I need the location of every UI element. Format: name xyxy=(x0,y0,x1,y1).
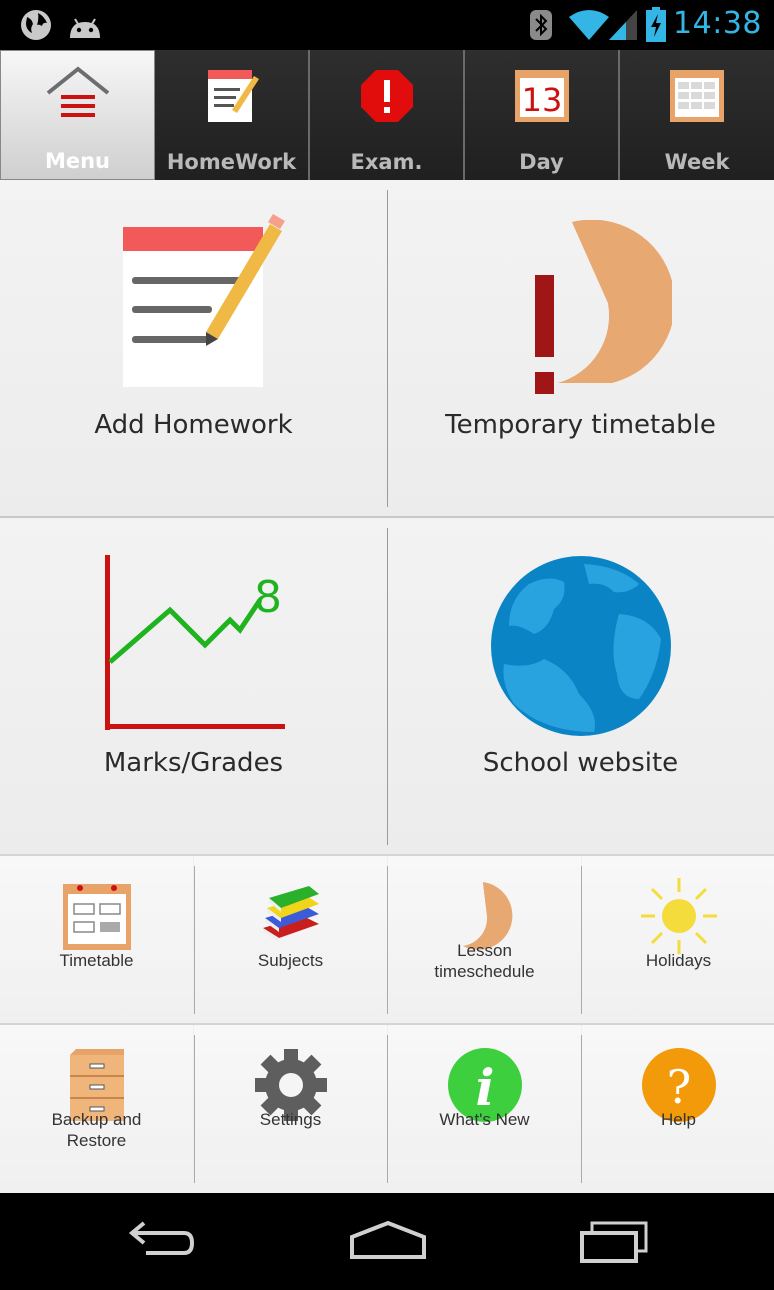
label-line: Restore xyxy=(66,1131,127,1150)
backup-restore-label: Backup and Restore xyxy=(0,1109,193,1151)
subjects-label: Subjects xyxy=(194,950,387,971)
notepad-icon xyxy=(207,70,259,122)
divider xyxy=(581,1035,582,1183)
sun-icon xyxy=(640,878,717,954)
calendar-day-number: 13 xyxy=(521,81,562,119)
grade-label: 8 xyxy=(254,572,282,623)
calendar-week-icon xyxy=(670,70,724,122)
recents-button[interactable] xyxy=(578,1221,650,1265)
help-label: Help xyxy=(582,1109,774,1130)
status-bar: 14:38 xyxy=(0,0,774,50)
divider xyxy=(0,516,774,518)
books-icon xyxy=(262,886,319,942)
backup-restore-tile[interactable]: Backup and Restore xyxy=(0,1025,193,1193)
whats-new-tile[interactable]: i What's New xyxy=(388,1025,581,1193)
tab-label: Menu xyxy=(44,149,111,173)
lesson-timeschedule-label: Lesson timeschedule xyxy=(388,940,581,982)
navigation-bar xyxy=(0,1193,774,1290)
divider xyxy=(387,866,388,1014)
tab-bar: Menu HomeWork Exam. 13 Day Week xyxy=(0,50,774,180)
calendar-day-icon: 13 xyxy=(514,70,569,122)
back-button[interactable] xyxy=(126,1221,198,1265)
main-menu: Add Homework Temporary timetable 8 Marks… xyxy=(0,180,774,1193)
divider xyxy=(194,1035,195,1183)
subjects-tile[interactable]: Subjects xyxy=(194,856,387,1024)
tab-day[interactable]: 13 Day xyxy=(465,50,620,180)
holidays-label: Holidays xyxy=(582,950,774,971)
label-line: Help xyxy=(661,1110,696,1129)
label-line: What's New xyxy=(439,1110,530,1129)
tab-menu[interactable]: Menu xyxy=(0,50,155,180)
status-clock: 14:38 xyxy=(673,6,762,41)
label-line: timeschedule xyxy=(434,962,535,981)
temporary-timetable-label: Temporary timetable xyxy=(445,410,716,440)
marks-grades-label: Marks/Grades xyxy=(103,748,284,778)
divider xyxy=(387,528,388,845)
timetable-tile[interactable]: Timetable xyxy=(0,856,193,1024)
divider xyxy=(194,866,195,1014)
settings-tile[interactable]: Settings xyxy=(194,1025,387,1193)
tab-exam[interactable]: Exam. xyxy=(310,50,465,180)
lesson-timeschedule-tile[interactable]: Lesson timeschedule xyxy=(388,856,581,1024)
bluetooth-icon xyxy=(530,10,552,40)
help-tile[interactable]: ? Help xyxy=(582,1025,774,1193)
school-website-tile[interactable]: School website xyxy=(387,518,774,855)
add-homework-tile[interactable]: Add Homework xyxy=(0,180,387,517)
svg-text:?: ? xyxy=(666,1060,691,1114)
label-line: Backup and xyxy=(51,1110,142,1129)
exam-alert-icon xyxy=(360,70,413,122)
divider xyxy=(581,866,582,1014)
notepad-pencil-icon xyxy=(123,214,285,387)
timetable-label: Timetable xyxy=(0,950,193,971)
tab-label: Exam. xyxy=(350,150,423,174)
grades-chart-icon: 8 xyxy=(105,555,285,730)
marks-grades-tile[interactable]: 8 Marks/Grades xyxy=(0,518,387,855)
battery-charging-icon xyxy=(646,7,666,42)
tab-label: HomeWork xyxy=(166,150,297,174)
school-website-label: School website xyxy=(482,748,679,778)
holidays-tile[interactable]: Holidays xyxy=(582,856,774,1024)
label-line: Subjects xyxy=(257,951,324,970)
globe-icon xyxy=(491,556,671,736)
settings-label: Settings xyxy=(194,1109,387,1130)
tab-homework[interactable]: HomeWork xyxy=(155,50,310,180)
label-line: Settings xyxy=(259,1110,322,1129)
whats-new-label: What's New xyxy=(388,1109,581,1130)
divider xyxy=(387,190,388,507)
timetable-icon xyxy=(62,884,131,950)
home-menu-icon xyxy=(46,66,109,117)
divider xyxy=(387,1035,388,1183)
globe-icon xyxy=(21,10,51,40)
android-debug-icon xyxy=(70,18,100,38)
signal-icon xyxy=(609,10,637,40)
temporary-timetable-icon xyxy=(535,220,672,394)
add-homework-label: Add Homework xyxy=(94,410,293,440)
label-line: Lesson xyxy=(457,941,512,960)
tab-label: Day xyxy=(519,150,564,174)
tab-label: Week xyxy=(664,150,730,174)
label-line: Timetable xyxy=(59,951,134,970)
tab-week[interactable]: Week xyxy=(620,50,774,180)
wifi-icon xyxy=(569,10,609,40)
home-button[interactable] xyxy=(348,1219,428,1263)
label-line: Holidays xyxy=(645,951,712,970)
temporary-timetable-tile[interactable]: Temporary timetable xyxy=(387,180,774,517)
